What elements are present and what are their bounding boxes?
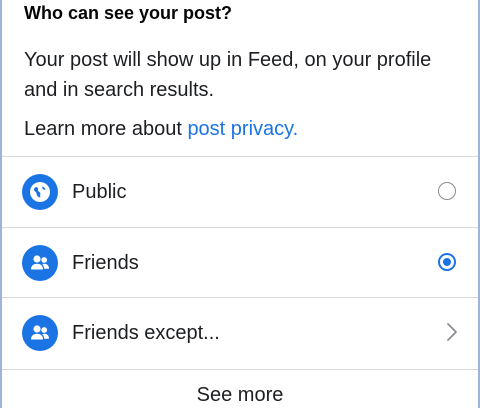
friends-icon [22, 245, 58, 281]
option-label-friends-except: Friends except... [72, 322, 220, 344]
option-label-friends: Friends [72, 252, 139, 274]
dialog-title: Who can see your post? [24, 3, 233, 23]
dialog-description: Your post will show up in Feed, on your … [24, 49, 432, 101]
radio-friends-selected[interactable] [438, 253, 456, 271]
learn-more-text: Learn more about post privacy. [24, 114, 298, 144]
globe-icon [22, 174, 58, 210]
privacy-dialog: Who can see your post? Your post will sh… [0, 0, 480, 408]
divider [2, 369, 478, 370]
learn-more-prefix: Learn more about [24, 118, 188, 140]
post-privacy-link[interactable]: post privacy. [187, 118, 298, 140]
chevron-right-icon [447, 323, 457, 341]
friends-icon [22, 315, 58, 351]
option-friends-except[interactable]: Friends except... [2, 298, 478, 368]
see-more-button[interactable]: See more [2, 372, 478, 408]
option-public[interactable]: Public [2, 157, 478, 227]
option-label-public: Public [72, 181, 127, 203]
option-friends[interactable]: Friends [2, 228, 478, 298]
radio-public[interactable] [438, 182, 456, 200]
